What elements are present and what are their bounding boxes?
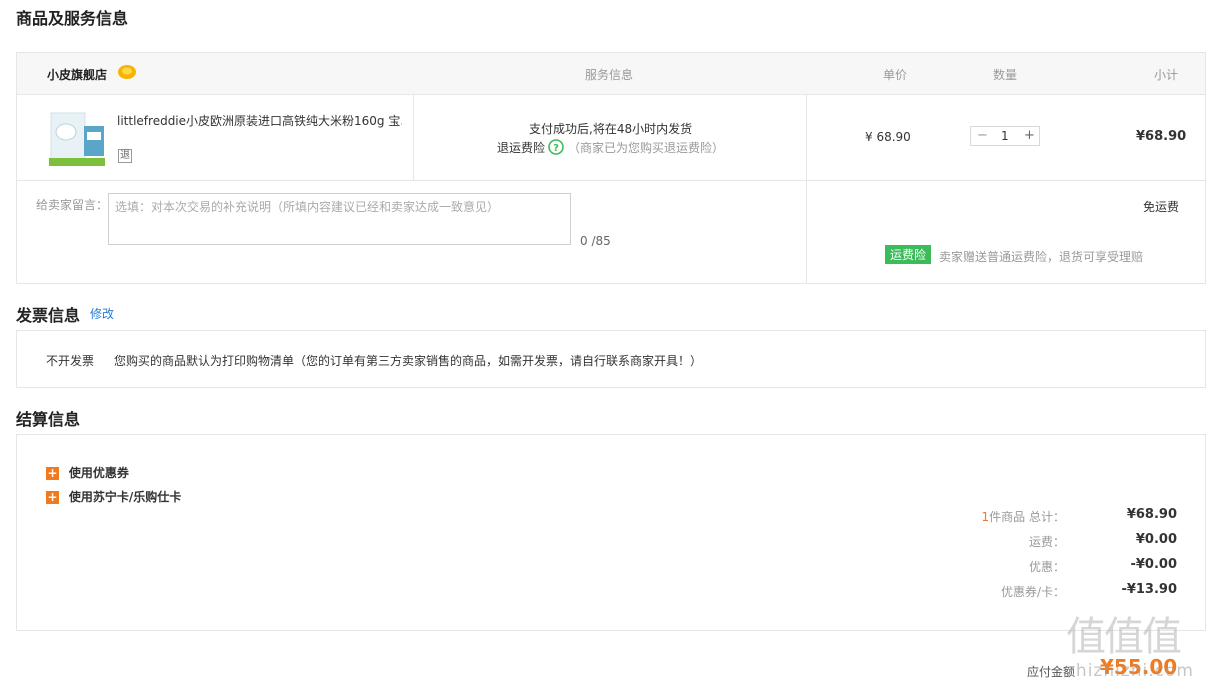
product-image[interactable] [46, 108, 108, 170]
divider [413, 94, 414, 180]
use-coupon-label: 使用优惠券 [68, 466, 129, 480]
invoice-edit-link[interactable]: 修改 [90, 305, 114, 322]
settlement-box: + 使用优惠券 + 使用苏宁卡/乐购仕卡 1件商品 总计： ¥68.90 运费：… [16, 434, 1206, 631]
settlement-section-title: 结算信息 [16, 410, 81, 429]
service-insurance-label: 退运费险 [497, 141, 546, 155]
expand-icon: + [46, 466, 59, 480]
message-label: 给卖家留言： [36, 198, 109, 212]
watermark-site: zhizhizhi.com [1066, 661, 1194, 681]
use-coupon-option[interactable]: + 使用优惠券 [46, 464, 129, 481]
shipping-label: 运费： [1028, 535, 1065, 549]
header-unit-price: 单价 [883, 68, 908, 82]
freight-insurance-tag: 运费险 [885, 245, 932, 264]
invoice-section-title: 发票信息 [16, 306, 81, 325]
product-title[interactable]: littlefreddie小皮欧洲原装进口高铁纯大米粉160g 宝... [117, 112, 402, 129]
increase-button[interactable]: + [1024, 128, 1035, 143]
help-icon[interactable]: ? [548, 139, 564, 158]
item-subtotal: ¥68.90 [1136, 129, 1187, 144]
header-quantity: 数量 [993, 68, 1018, 82]
shipping-free: 免运费 [1143, 200, 1180, 214]
store-level-icon [117, 63, 137, 84]
invoice-box: 不开发票 您购买的商品默认为打印购物清单（您的订单有第三方卖家销售的商品，如需开… [16, 330, 1206, 388]
store-name[interactable]: 小皮旗舰店 [47, 66, 107, 83]
service-insurance-note: （商家已为您购买退运费险） [568, 141, 725, 155]
coupon-value: -¥13.90 [1121, 582, 1177, 597]
discount-label: 优惠： [1028, 560, 1065, 574]
goods-section-title: 商品及服务信息 [16, 9, 129, 28]
expand-icon: + [46, 490, 59, 504]
quantity-stepper: − 1 + [970, 126, 1040, 146]
freight-insurance-text: 卖家赠送普通运费险，退货可享受理赔 [939, 250, 1144, 264]
use-card-option[interactable]: + 使用苏宁卡/乐购仕卡 [46, 488, 181, 505]
header-subtotal: 小计 [1154, 68, 1179, 82]
total-value: ¥68.90 [1126, 507, 1177, 522]
invoice-type: 不开发票 [46, 354, 95, 368]
invoice-note: 您购买的商品默认为打印购物清单（您的订单有第三方卖家销售的商品，如需开发票，请自… [114, 354, 703, 368]
unit-price: ¥ 68.90 [865, 130, 911, 144]
order-table: 小皮旗舰店 服务信息 单价 数量 小计 littlefreddie小皮欧洲原装进… [16, 52, 1206, 284]
discount-value: -¥0.00 [1130, 557, 1177, 572]
watermark-logo: 值值值 [1066, 614, 1182, 660]
quantity-value[interactable]: 1 [1001, 129, 1009, 143]
divider [17, 180, 1205, 181]
decrease-button[interactable]: − [977, 128, 988, 143]
header-service: 服务信息 [585, 68, 634, 82]
shipping-value: ¥0.00 [1135, 532, 1177, 547]
service-delivery-note: 支付成功后,将在48小时内发货 [529, 122, 693, 136]
svg-text:?: ? [553, 143, 559, 154]
total-label: 1件商品 总计： [917, 508, 1065, 525]
use-card-label: 使用苏宁卡/乐购仕卡 [68, 490, 182, 504]
coupon-label: 优惠券/卡： [1000, 585, 1065, 599]
item-count-label: 件商品 总计： [989, 510, 1065, 524]
divider [806, 94, 807, 284]
seller-message-input[interactable] [108, 193, 571, 245]
return-badge: 退 [118, 149, 132, 163]
message-counter: 0 /85 [580, 234, 611, 248]
